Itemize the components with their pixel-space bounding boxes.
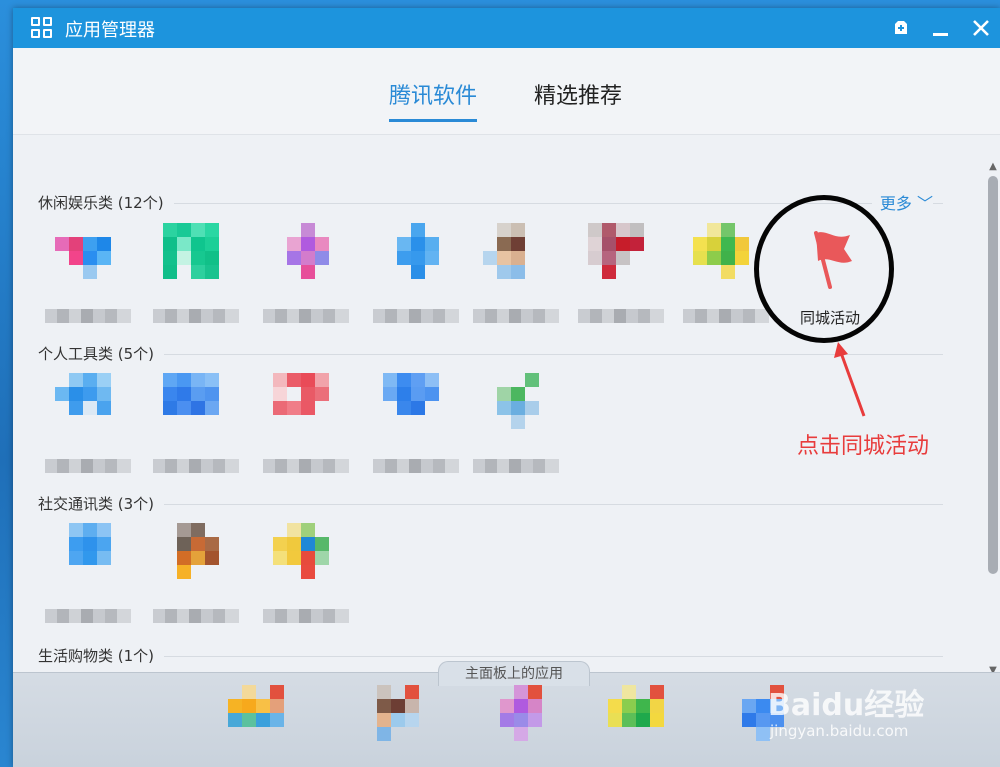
app-icon (483, 373, 553, 435)
main-panel-label: 主面板上的应用 (438, 661, 590, 686)
app-label-blurred (153, 459, 239, 473)
section-divider (38, 656, 943, 657)
annotation-arrow-icon (834, 342, 866, 417)
app-icon (608, 685, 678, 747)
app-icon (55, 223, 125, 285)
app-label-blurred (683, 309, 769, 323)
app-label-blurred (578, 309, 664, 323)
vertical-scrollbar[interactable]: ▲ ▼ (986, 160, 1000, 678)
tab-tencent-software[interactable]: 腾讯软件 (389, 78, 478, 122)
section-label: 休闲娱乐类 (12个) (38, 192, 174, 213)
section-personal-tools: 个人工具类 (5个) (38, 343, 943, 365)
app-tile[interactable] (368, 373, 468, 483)
app-icon (483, 223, 553, 285)
app-tile[interactable] (258, 223, 358, 333)
app-label-blurred (153, 309, 239, 323)
app-label-blurred (473, 309, 559, 323)
panel-app-tile[interactable] (471, 685, 571, 767)
title-bar[interactable]: 应用管理器 (13, 8, 1000, 48)
app-icon (273, 523, 343, 585)
app-icon (163, 373, 233, 435)
app-tile[interactable] (40, 523, 140, 633)
app-label-blurred (153, 609, 239, 623)
highlight-circle (754, 195, 894, 343)
tab-bar: 腾讯软件 精选推荐 (13, 48, 1000, 135)
section-label: 社交通讯类 (3个) (38, 493, 165, 514)
app-icon (55, 373, 125, 435)
app-label-blurred (263, 459, 349, 473)
app-label-blurred (45, 309, 131, 323)
app-label-blurred (373, 459, 459, 473)
grid-app-icon (31, 17, 53, 39)
app-label-blurred (45, 459, 131, 473)
section-divider (38, 354, 943, 355)
app-tile[interactable] (148, 223, 248, 333)
section-divider (38, 504, 943, 505)
app-tile[interactable] (40, 223, 140, 333)
app-tile[interactable] (368, 223, 468, 333)
app-icon (383, 223, 453, 285)
app-label-blurred (263, 309, 349, 323)
chevron-down-icon: ﹀ (916, 194, 933, 213)
app-tile[interactable] (148, 523, 248, 633)
app-icon (588, 223, 658, 285)
app-icon (228, 685, 298, 747)
app-icon (383, 373, 453, 435)
panel-app-tile[interactable] (348, 685, 448, 767)
app-tile[interactable] (468, 223, 568, 333)
app-label-blurred (263, 609, 349, 623)
app-icon (273, 373, 343, 435)
more-label: 更多 (879, 194, 912, 213)
more-link[interactable]: 更多 ﹀ (871, 190, 933, 214)
app-icon (163, 523, 233, 585)
baidu-logo: Baidu经验 (768, 688, 925, 723)
app-icon (363, 685, 433, 747)
app-icon (273, 223, 343, 285)
app-label-blurred (373, 309, 459, 323)
tab-featured[interactable]: 精选推荐 (534, 78, 622, 110)
window-title: 应用管理器 (65, 20, 155, 41)
section-label: 生活购物类 (1个) (38, 645, 165, 666)
scrollbar-thumb[interactable] (988, 176, 998, 574)
app-tile[interactable] (148, 373, 248, 483)
section-label: 个人工具类 (5个) (38, 343, 165, 364)
annotation-text: 点击同城活动 (797, 434, 930, 459)
app-tile[interactable] (573, 223, 673, 333)
scroll-up-icon[interactable]: ▲ (986, 160, 1000, 174)
app-icon (55, 523, 125, 585)
close-icon[interactable] (969, 16, 993, 40)
app-label-blurred (45, 609, 131, 623)
skin-icon[interactable] (889, 16, 913, 40)
app-icon (486, 685, 556, 747)
app-tile[interactable] (468, 373, 568, 483)
app-icon (163, 223, 233, 285)
app-icon (693, 223, 763, 285)
panel-app-tile[interactable] (213, 685, 313, 767)
panel-app-tile[interactable] (593, 685, 693, 767)
app-tile[interactable] (40, 373, 140, 483)
minimize-icon[interactable] (929, 16, 953, 40)
app-tile[interactable] (258, 523, 358, 633)
app-tile[interactable] (258, 373, 358, 483)
section-social: 社交通讯类 (3个) (38, 493, 943, 515)
watermark-url: jingyan.baidu.com (770, 722, 909, 740)
baidu-watermark: Baidu经验 jingyan.baidu.com (768, 680, 968, 750)
app-label-blurred (473, 459, 559, 473)
